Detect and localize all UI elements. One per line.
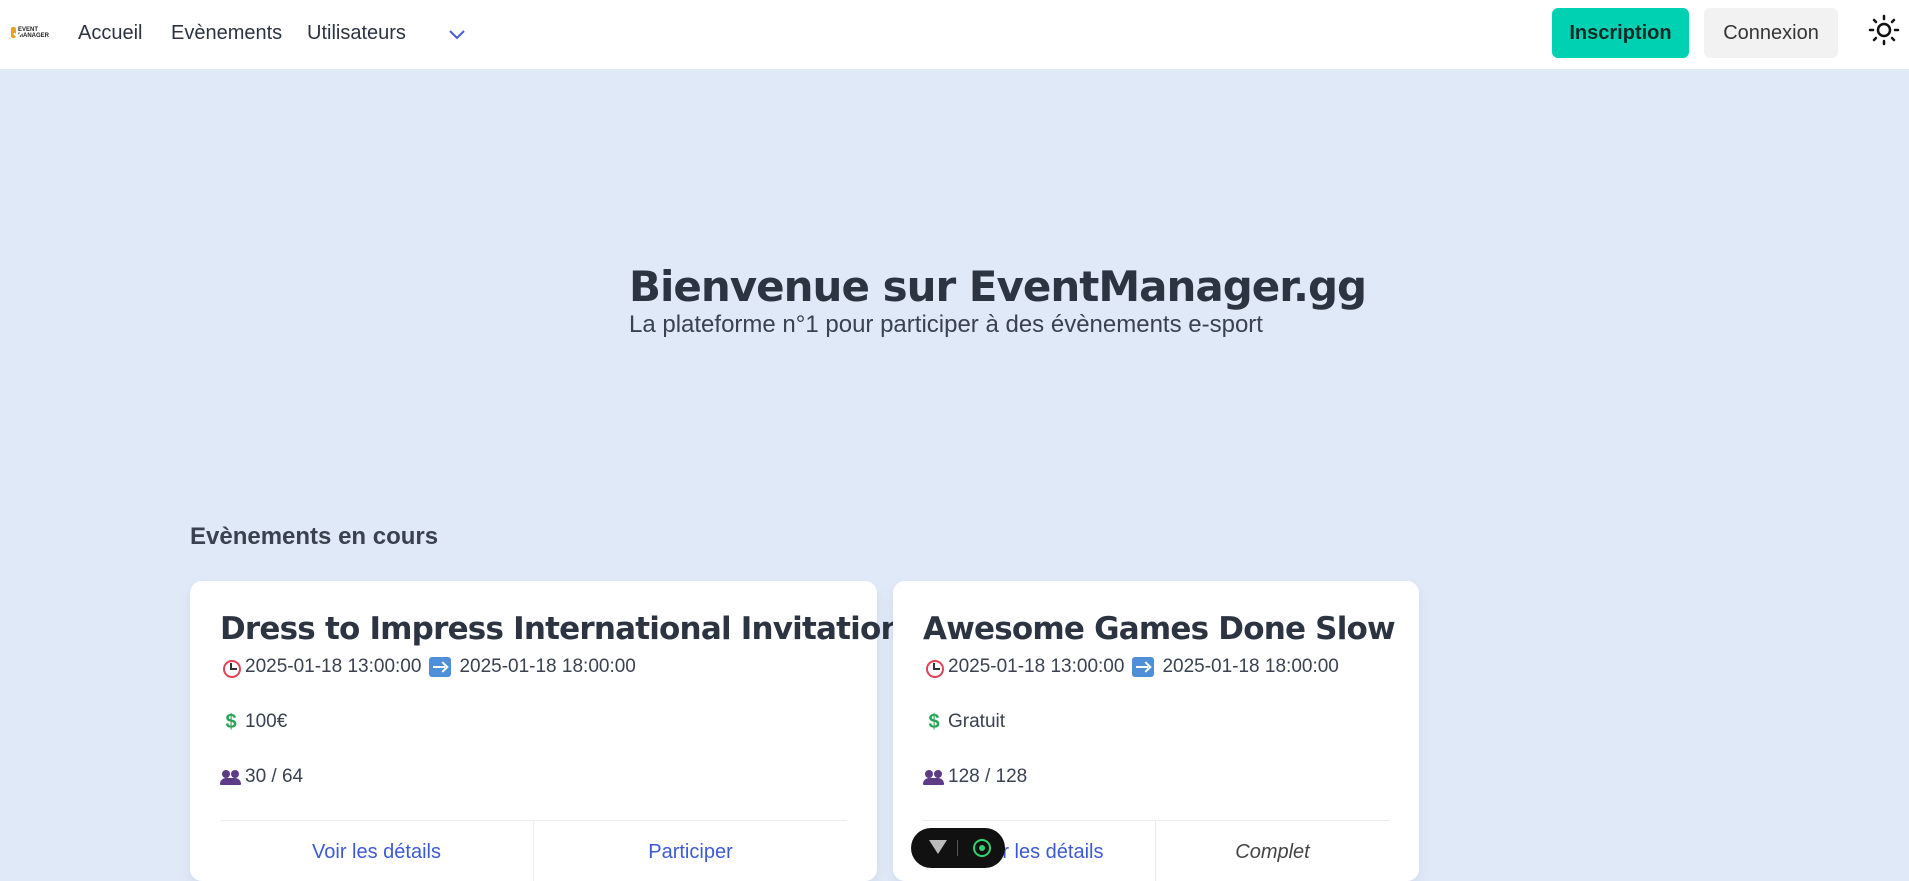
login-button[interactable]: Connexion [1704, 8, 1838, 58]
event-participants: 128 / 128 [948, 766, 1028, 787]
devtools-floating-toolbar[interactable] [911, 828, 1005, 868]
event-end: 2025-01-18 18:00:00 [1162, 656, 1339, 677]
register-button[interactable]: Inscription [1552, 8, 1689, 58]
nav-link-accueil[interactable]: Accueil [78, 22, 142, 45]
event-participants: 30 / 64 [245, 766, 304, 787]
app-logo[interactable]: EVENT MANAGER [11, 25, 49, 40]
view-details-link[interactable]: Voir les détails [220, 841, 533, 864]
logo-check-icon [11, 27, 16, 38]
card-divider [923, 820, 1389, 821]
people-icon [923, 767, 945, 787]
full-status-label: Complet [1235, 841, 1310, 863]
nav-link-utilisateurs[interactable]: Utilisateurs [307, 22, 406, 45]
hero-title: Bienvenue sur EventManager.gg [629, 262, 1367, 311]
event-price-row: $ Gratuit [923, 711, 1005, 733]
event-dates: 2025-01-18 13:00:00 2025-01-18 18:00:00 [923, 656, 1339, 678]
event-title: Dress to Impress International Invitatio… [220, 611, 933, 647]
event-start: 2025-01-18 13:00:00 [245, 656, 422, 677]
event-price: Gratuit [948, 711, 1006, 732]
event-card: Dress to Impress International Invitatio… [190, 581, 933, 881]
event-participants-row: 128 / 128 [923, 766, 1027, 788]
event-dates: 2025-01-18 13:00:00 2025-01-18 18:00:00 [220, 656, 636, 678]
people-icon [220, 767, 242, 787]
event-price-row: $ 100€ [220, 711, 287, 733]
vue-logo-icon[interactable] [929, 840, 947, 854]
dollar-icon: $ [928, 711, 940, 733]
chevron-down-icon[interactable] [447, 27, 467, 43]
event-end: 2025-01-18 18:00:00 [459, 656, 636, 677]
hero-subtitle: La plateforme n°1 pour participer à des … [629, 311, 1263, 338]
right-arrow-icon [429, 657, 452, 677]
event-start: 2025-01-18 13:00:00 [948, 656, 1125, 677]
event-price: 100€ [245, 711, 288, 732]
nav-link-evenements[interactable]: Evènements [171, 22, 282, 45]
inspect-target-icon[interactable] [973, 839, 991, 857]
section-title: Evènements en cours [190, 523, 439, 550]
alarm-clock-icon [220, 657, 242, 678]
theme-toggle-sun-icon[interactable] [1868, 14, 1900, 46]
toolbar-separator [957, 840, 958, 856]
event-participants-row: 30 / 64 [220, 766, 303, 788]
event-title: Awesome Games Done Slow [923, 611, 1396, 647]
top-navbar: EVENT MANAGER Accueil Evènements Utilisa… [0, 0, 1909, 69]
alarm-clock-icon [923, 657, 945, 678]
dollar-icon: $ [225, 711, 237, 733]
participate-link[interactable]: Participer [534, 841, 847, 864]
right-arrow-icon [1132, 657, 1155, 677]
